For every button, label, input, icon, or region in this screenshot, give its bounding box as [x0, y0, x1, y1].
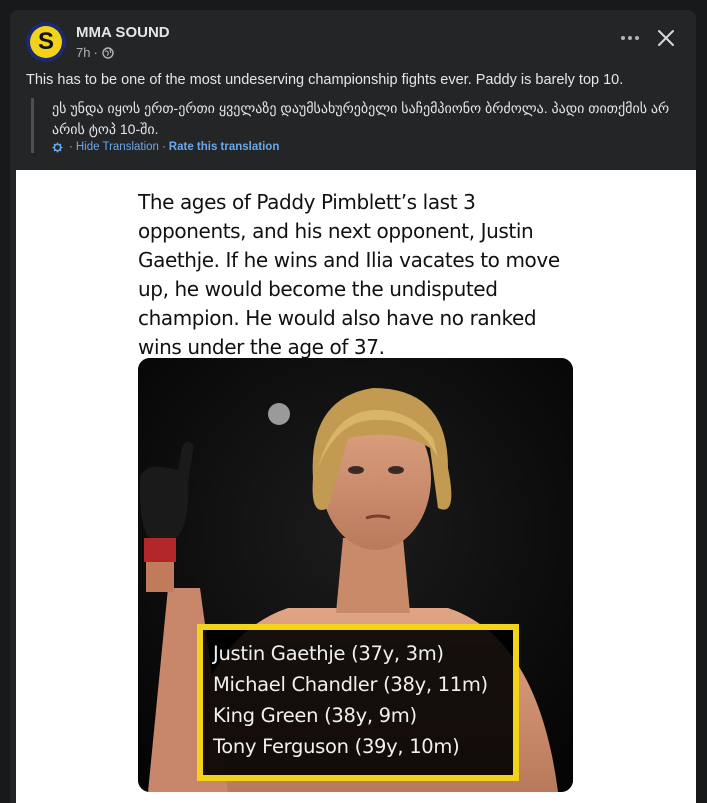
avatar-logo: S [30, 26, 62, 58]
light-icon [268, 403, 290, 425]
close-icon [658, 30, 674, 46]
post-image[interactable]: The ages of Paddy Pimblett’s last 3 oppo… [16, 170, 696, 803]
list-item: Justin Gaethje (37y, 3m) [213, 642, 444, 665]
avatar[interactable]: S [26, 22, 66, 62]
translate-gear-icon [52, 142, 63, 152]
list-item: King Green (38y, 9m) [213, 704, 417, 727]
fighter-photo: Justin Gaethje (37y, 3m) Michael Chandle… [138, 358, 573, 792]
time-separator: · [93, 45, 98, 60]
close-button[interactable] [652, 24, 680, 52]
post-card: S MMA SOUND 7h · This has to be one of t… [10, 10, 696, 803]
post-text: This has to be one of the most undeservi… [26, 72, 624, 88]
hide-translation-link[interactable]: Hide Translation [76, 141, 159, 153]
globe-icon [102, 46, 114, 59]
translation-actions: · Hide Translation · Rate this translati… [52, 141, 681, 153]
post-time-row: 7h · [76, 45, 170, 60]
rate-translation-link[interactable]: Rate this translation [169, 141, 280, 153]
translation-separator-1: · [69, 141, 73, 153]
list-item: Tony Ferguson (39y, 10m) [213, 735, 460, 758]
opponents-list: Justin Gaethje (37y, 3m) Michael Chandle… [197, 624, 519, 781]
translation-separator-2: · [161, 141, 166, 153]
more-dots-icon [621, 36, 639, 40]
translation-block: ეს უნდა იყოს ერთ-ერთი ყველაზე დაუმსახურე… [31, 98, 681, 153]
list-item: Michael Chandler (38y, 11m) [213, 673, 488, 696]
tweet-screenshot-text: The ages of Paddy Pimblett’s last 3 oppo… [138, 190, 560, 359]
post-timestamp[interactable]: 7h [76, 45, 90, 60]
page-name[interactable]: MMA SOUND [76, 24, 170, 42]
post-meta: MMA SOUND 7h · [76, 22, 170, 60]
more-options-button[interactable] [616, 24, 644, 52]
post-header: S MMA SOUND 7h · [26, 22, 170, 62]
translation-text: ეს უნდა იყოს ერთ-ერთი ყველაზე დაუმსახურე… [52, 100, 670, 137]
